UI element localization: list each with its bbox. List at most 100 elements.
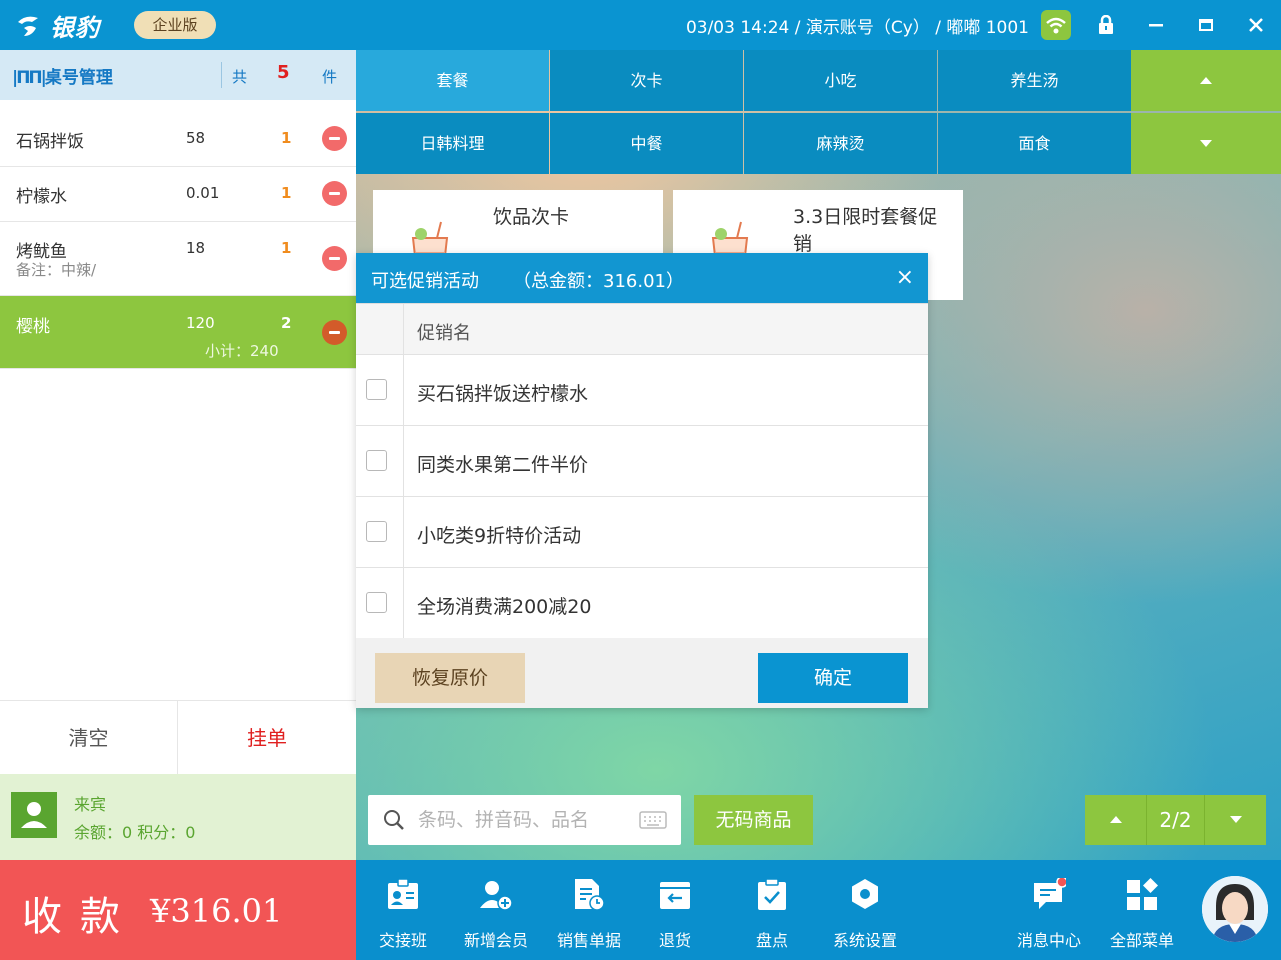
- check-cell: [356, 426, 404, 496]
- category-prev-button[interactable]: [1131, 50, 1281, 111]
- checkout-button[interactable]: 收款 ¥316.01: [0, 860, 356, 960]
- lock-icon[interactable]: [1091, 10, 1121, 40]
- order-item[interactable]: 烤鱿鱼 18 1 备注：中辣/: [0, 222, 356, 296]
- product-title: 饮品次卡: [493, 206, 570, 228]
- item-price: 0.01: [186, 184, 220, 202]
- remove-item-button[interactable]: [322, 246, 347, 271]
- search-box: [368, 795, 681, 845]
- inventory-button[interactable]: 盘点: [727, 860, 817, 960]
- app-logo: 银豹: [16, 8, 100, 43]
- page-prev-button[interactable]: [1085, 795, 1147, 845]
- item-price: 18: [186, 239, 206, 257]
- table-icon: |ΠΠ|: [12, 68, 47, 88]
- order-item[interactable]: 柠檬水 0.01 1: [0, 167, 356, 222]
- maximize-icon[interactable]: [1191, 10, 1221, 40]
- item-name: 樱桃: [16, 317, 50, 337]
- shift-button[interactable]: 交接班: [358, 860, 448, 960]
- return-button[interactable]: 退货: [630, 860, 720, 960]
- chevron-down-icon: [1230, 816, 1242, 823]
- page-next-button[interactable]: [1204, 795, 1266, 845]
- category-tab-xiaochi[interactable]: 小吃: [744, 50, 937, 111]
- promotion-dialog: 可选促销活动 （总金额：316.01） × 促销名 买石锅拌饭送柠檬水 同类水果…: [356, 253, 928, 708]
- total-count: 5: [277, 62, 290, 83]
- minimize-icon[interactable]: [1141, 10, 1171, 40]
- wifi-icon[interactable]: [1041, 10, 1071, 40]
- product-title: 3.3日限时套餐促销: [793, 206, 938, 255]
- table-title: 桌号管理: [44, 68, 113, 88]
- all-menu-button[interactable]: 全部菜单: [1097, 860, 1187, 960]
- message-center-button[interactable]: 消息中心: [1004, 860, 1094, 960]
- promotion-name: 全场消费满200减20: [417, 596, 592, 618]
- pager: 2/2: [1085, 795, 1266, 845]
- promotion-checkbox[interactable]: [366, 592, 387, 613]
- order-item-selected[interactable]: 樱桃 120 2 小计：240: [0, 296, 356, 369]
- check-cell: [356, 497, 404, 567]
- category-tab-mianshi[interactable]: 面食: [938, 113, 1131, 174]
- tool-label: 消息中心: [1016, 931, 1081, 950]
- promotion-row[interactable]: 买石锅拌饭送柠檬水: [356, 355, 928, 426]
- item-qty: 1: [281, 184, 292, 202]
- category-tab-zhongcan[interactable]: 中餐: [550, 113, 743, 174]
- add-member-icon: [480, 881, 513, 911]
- restore-price-button[interactable]: 恢复原价: [375, 653, 525, 703]
- category-tab-malatang[interactable]: 麻辣烫: [744, 113, 937, 174]
- category-bar: 套餐 次卡 小吃 养生汤 日韩料理 中餐 麻辣烫 面食: [356, 50, 1281, 174]
- item-note: 备注：中辣/: [16, 261, 97, 279]
- category-tab-yangshengtang[interactable]: 养生汤: [938, 50, 1131, 111]
- category-next-button[interactable]: [1131, 113, 1281, 174]
- promotion-checkbox[interactable]: [366, 379, 387, 400]
- category-tab-cika[interactable]: 次卡: [550, 50, 743, 111]
- member-balance: 余额：0 积分：0: [74, 823, 196, 842]
- total-suffix: 件: [322, 68, 338, 86]
- chevron-down-icon: [1200, 140, 1212, 147]
- category-tab-taocan[interactable]: 套餐: [356, 50, 549, 111]
- table-header: |ΠΠ|桌号管理 共 5 件: [0, 50, 356, 100]
- sales-doc-button[interactable]: 销售单据: [544, 860, 634, 960]
- header-check-cell: [356, 304, 404, 354]
- settings-button[interactable]: 系统设置: [820, 860, 910, 960]
- promotion-checkbox[interactable]: [366, 450, 387, 471]
- table-management-button[interactable]: |ΠΠ|桌号管理: [12, 63, 113, 88]
- no-barcode-button[interactable]: 无码商品: [694, 795, 813, 845]
- tool-label: 退货: [658, 931, 691, 950]
- item-price: 58: [186, 129, 206, 147]
- category-tab-rihan[interactable]: 日韩料理: [356, 113, 549, 174]
- inventory-icon: [758, 878, 786, 910]
- add-member-button[interactable]: 新增会员: [451, 860, 541, 960]
- promotion-row[interactable]: 小吃类9折特价活动: [356, 497, 928, 568]
- dialog-title: 可选促销活动: [371, 271, 479, 292]
- total-prefix: 共: [232, 68, 248, 86]
- search-input[interactable]: [418, 805, 628, 835]
- promotion-name: 买石锅拌饭送柠檬水: [417, 383, 589, 405]
- hang-order-button[interactable]: 挂单: [178, 701, 356, 775]
- item-qty: 1: [281, 129, 292, 147]
- remove-item-button[interactable]: [322, 126, 347, 151]
- item-name: 柠檬水: [16, 187, 67, 207]
- member-avatar-icon: [11, 792, 57, 838]
- promotion-checkbox[interactable]: [366, 521, 387, 542]
- dialog-close-icon[interactable]: ×: [896, 265, 914, 290]
- promotion-name: 同类水果第二件半价: [417, 454, 589, 476]
- order-item[interactable]: 石锅拌饭 58 1: [0, 111, 356, 167]
- dialog-footer: 恢复原价 确定: [356, 638, 928, 708]
- promotion-row[interactable]: 同类水果第二件半价: [356, 426, 928, 497]
- confirm-button[interactable]: 确定: [758, 653, 908, 703]
- clear-button[interactable]: 清空: [0, 701, 178, 775]
- logo-icon: [18, 16, 38, 36]
- return-icon: [660, 882, 690, 909]
- customer-service-avatar[interactable]: [1202, 876, 1268, 942]
- edition-badge: 企业版: [134, 11, 216, 39]
- divider: [221, 62, 222, 88]
- column-header: 促销名: [417, 323, 471, 344]
- member-card[interactable]: 来宾 余额：0 积分：0: [0, 774, 356, 860]
- checkout-amount: ¥316.01: [150, 892, 283, 930]
- remove-item-button[interactable]: [322, 320, 347, 345]
- keyboard-icon[interactable]: [639, 811, 667, 829]
- promotion-table: 促销名 买石锅拌饭送柠檬水 同类水果第二件半价 小吃类9折特价活动 全场消费满2…: [356, 303, 928, 639]
- order-actions: 清空 挂单: [0, 700, 356, 775]
- remove-item-button[interactable]: [322, 181, 347, 206]
- order-panel: |ΠΠ|桌号管理 共 5 件 石锅拌饭 58 1 柠檬水 0.01 1 烤鱿鱼 …: [0, 50, 356, 960]
- promotion-row[interactable]: 全场消费满200减20: [356, 568, 928, 639]
- chevron-up-icon: [1200, 77, 1212, 84]
- close-icon[interactable]: [1241, 10, 1271, 40]
